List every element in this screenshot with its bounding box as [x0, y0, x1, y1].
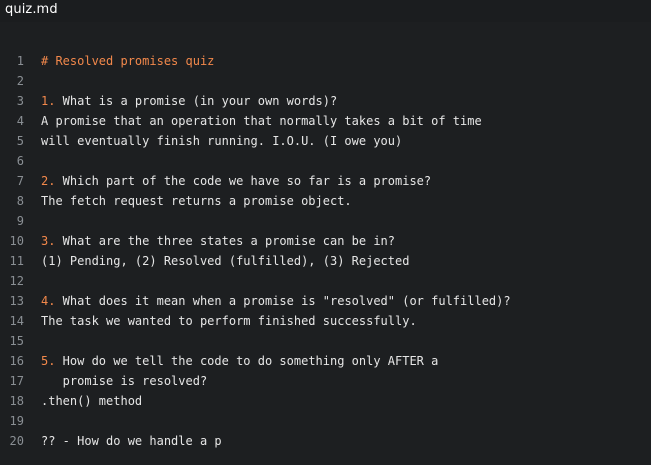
line-number: 9: [16, 214, 24, 228]
list-number: 5.: [41, 354, 56, 368]
editor-line[interactable]: 7 2. Which part of the code we have so fa…: [0, 171, 651, 191]
editor-line[interactable]: 11 (1) Pending, (2) Resolved (fulfilled),…: [0, 251, 651, 271]
line-content: Which part of the code we have so far is…: [55, 174, 432, 188]
line-text: (1) Pending, (2) Resolved (fulfilled), (…: [41, 251, 409, 271]
line-content: .then() method: [41, 394, 143, 408]
line-content: will eventually finish running. I.O.U. (…: [41, 134, 403, 148]
line-text: 1. What is a promise (in your own words)…: [41, 91, 337, 111]
line-text: The fetch request returns a promise obje…: [41, 191, 352, 211]
line-text: .then() method: [41, 391, 142, 411]
editor-line[interactable]: 5 will eventually finish running. I.O.U. …: [0, 131, 651, 151]
list-number: 4.: [41, 294, 56, 308]
editor-line[interactable]: 12: [0, 271, 651, 291]
line-content: promise is resolved?: [41, 374, 208, 388]
line-content: The fetch request returns a promise obje…: [41, 194, 352, 208]
editor-line[interactable]: 1 # Resolved promises quiz: [0, 51, 651, 71]
line-content: ?? - How do we handle a p: [41, 434, 222, 448]
editor-line[interactable]: 10 3. What are the three states a promise…: [0, 231, 651, 251]
line-content: What are the three states a promise can …: [55, 234, 396, 248]
line-text: # Resolved promises quiz: [41, 51, 214, 71]
editor-line[interactable]: 8 The fetch request returns a promise obj…: [0, 191, 651, 211]
line-text: A promise that an operation that normall…: [41, 111, 482, 131]
line-number: 3: [16, 94, 24, 108]
line-number: 2: [16, 74, 24, 88]
line-content: (1) Pending, (2) Resolved (fulfilled), (…: [41, 254, 410, 268]
line-text: promise is resolved?: [41, 371, 208, 391]
line-content: How do we tell the code to do something …: [55, 354, 439, 368]
editor-line[interactable]: 19: [0, 411, 651, 431]
line-text: 5. How do we tell the code to do somethi…: [41, 351, 438, 371]
editor-line[interactable]: 4 A promise that an operation that normal…: [0, 111, 651, 131]
editor-line[interactable]: 2: [0, 71, 651, 91]
editor-line[interactable]: 13 4. What does it mean when a promise is…: [0, 291, 651, 311]
line-number: 14: [9, 314, 24, 328]
line-number: 16: [9, 354, 24, 368]
editor-line[interactable]: 14 The task we wanted to perform finished…: [0, 311, 651, 331]
line-number: 8: [16, 194, 24, 208]
line-content: A promise that an operation that normall…: [41, 114, 482, 128]
list-number: 2.: [41, 174, 56, 188]
line-number: 12: [9, 274, 24, 288]
line-content: What is a promise (in your own words)?: [55, 94, 338, 108]
editor-line[interactable]: 3 1. What is a promise (in your own words…: [0, 91, 651, 111]
title-bar: quiz.md: [0, 0, 651, 22]
line-text: 3. What are the three states a promise c…: [41, 231, 395, 251]
line-text: The task we wanted to perform finished s…: [41, 311, 417, 331]
line-number: 18: [9, 394, 24, 408]
editor-line[interactable]: 9: [0, 211, 651, 231]
line-number: 17: [9, 374, 24, 388]
line-number: 11: [9, 254, 24, 268]
line-number: 7: [16, 174, 24, 188]
editor-window: quiz.md 1 # Resolved promises quiz 2 3 1. Wh…: [0, 0, 651, 465]
list-number: 3.: [41, 234, 56, 248]
list-number: 1.: [41, 94, 56, 108]
line-number: 19: [9, 414, 24, 428]
line-number: 20: [9, 434, 24, 448]
editor-line[interactable]: 16 5. How do we tell the code to do somet…: [0, 351, 651, 371]
line-number: 1: [16, 54, 24, 68]
line-number: 4: [16, 114, 24, 128]
line-number: 10: [9, 234, 24, 248]
line-content: What does it mean when a promise is "res…: [55, 294, 511, 308]
editor-line[interactable]: 6: [0, 151, 651, 171]
editor-line[interactable]: 20 ?? - How do we handle a p: [0, 431, 651, 451]
file-tab-title[interactable]: quiz.md: [5, 2, 58, 17]
line-number: 6: [16, 154, 24, 168]
code-editor[interactable]: 1 # Resolved promises quiz 2 3 1. What is a …: [0, 51, 651, 451]
line-text: ?? - How do we handle a p: [41, 431, 223, 451]
line-text: 4. What does it mean when a promise is "…: [41, 291, 511, 311]
line-text: 2. Which part of the code we have so far…: [41, 171, 431, 191]
line-text: will eventually finish running. I.O.U. (…: [41, 131, 402, 151]
editor-line[interactable]: 18 .then() method: [0, 391, 651, 411]
line-number: 15: [9, 334, 24, 348]
markdown-heading: # Resolved promises quiz: [41, 54, 215, 68]
line-number: 5: [16, 134, 24, 148]
line-content: The task we wanted to perform finished s…: [41, 314, 417, 328]
line-number: 13: [9, 294, 24, 308]
editor-line[interactable]: 15: [0, 331, 651, 351]
editor-line[interactable]: 17 promise is resolved?: [0, 371, 651, 391]
